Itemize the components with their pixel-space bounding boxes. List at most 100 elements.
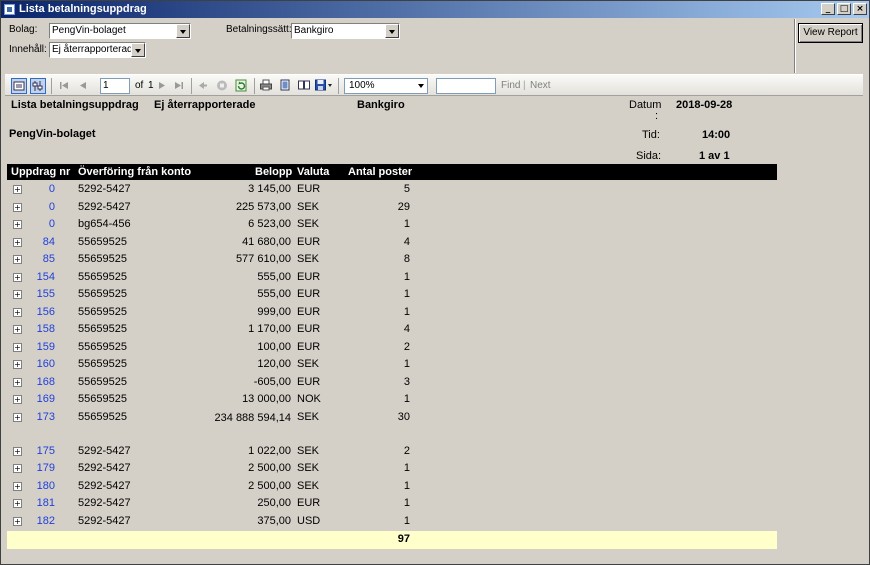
- expand-icon[interactable]: +: [13, 446, 22, 456]
- valuta-cell: EUR: [297, 270, 321, 283]
- expand-icon[interactable]: +: [13, 307, 22, 317]
- uppdrag-nr-link[interactable]: 169: [23, 393, 55, 405]
- expand-icon[interactable]: +: [13, 185, 22, 194]
- expand-icon[interactable]: +: [13, 342, 22, 352]
- uppdrag-nr-link[interactable]: 159: [23, 341, 55, 353]
- belopp-cell: 555,00: [257, 288, 291, 300]
- zoom-select[interactable]: 100%: [344, 78, 428, 94]
- innehall-select[interactable]: Ej återrapporterade: [49, 42, 146, 58]
- uppdrag-nr-link[interactable]: 0: [23, 201, 55, 213]
- belopp-cell: 577 610,00: [235, 253, 291, 265]
- find-input[interactable]: [436, 78, 496, 94]
- maximize-button[interactable]: □: [837, 3, 851, 15]
- uppdrag-nr-link[interactable]: 84: [23, 236, 55, 248]
- back-icon[interactable]: [196, 78, 212, 94]
- antal-poster-cell: 1: [403, 479, 410, 492]
- antal-poster-cell: 2: [403, 444, 410, 457]
- first-page-icon[interactable]: [57, 78, 73, 94]
- export-icon[interactable]: [314, 78, 334, 94]
- last-page-icon[interactable]: [172, 78, 188, 94]
- uppdrag-nr-link[interactable]: 0: [23, 218, 55, 230]
- uppdrag-nr-link[interactable]: 179: [23, 462, 55, 474]
- close-button[interactable]: ×: [853, 3, 867, 15]
- konto-cell: 55659525: [78, 358, 127, 370]
- antal-poster-cell: 29: [397, 200, 410, 213]
- expand-icon[interactable]: +: [13, 464, 22, 473]
- belopp-cell: 2 500,00: [248, 479, 291, 492]
- expand-icon[interactable]: +: [13, 395, 22, 404]
- report-toolbar: 1 of 1 100% Find | Next: [5, 74, 863, 96]
- document-map-icon[interactable]: [11, 78, 27, 94]
- belopp-cell: 3 145,00: [248, 183, 291, 195]
- page-setup-icon[interactable]: [297, 78, 313, 94]
- uppdrag-nr-link[interactable]: 158: [23, 323, 55, 335]
- table-row: +160 55659525 120,00 SEK 1: [7, 356, 777, 374]
- uppdrag-nr-link[interactable]: 0: [23, 183, 55, 195]
- expand-icon[interactable]: +: [13, 377, 22, 387]
- toolbar-separator: [338, 78, 339, 94]
- uppdrag-nr-link[interactable]: 155: [23, 288, 55, 300]
- bolag-select[interactable]: PengVin-bolaget: [49, 23, 191, 39]
- table-row: +168 55659525 -605,00 EUR 3: [7, 374, 777, 392]
- expand-icon[interactable]: +: [13, 272, 22, 282]
- belopp-cell: -605,00: [253, 375, 291, 388]
- expand-icon[interactable]: +: [13, 220, 22, 229]
- tid-label: Tid:: [642, 129, 660, 141]
- expand-icon[interactable]: +: [13, 325, 22, 334]
- antal-poster-cell: 3: [403, 375, 410, 388]
- table-row: +179 5292-5427 2 500,00 SEK 1: [7, 460, 777, 478]
- previous-page-icon[interactable]: [76, 78, 92, 94]
- chevron-down-icon[interactable]: [131, 43, 145, 57]
- expand-icon[interactable]: +: [13, 202, 22, 212]
- datum-colon: :: [655, 110, 659, 122]
- minimize-button[interactable]: _: [821, 3, 835, 15]
- find-link[interactable]: Find: [501, 80, 520, 91]
- valuta-cell: SEK: [297, 200, 320, 213]
- chevron-down-icon[interactable]: [385, 24, 399, 38]
- expand-icon[interactable]: +: [13, 412, 22, 422]
- col-uppdrag-nr: Uppdrag nr: [11, 166, 71, 178]
- uppdrag-nr-link[interactable]: 175: [23, 445, 55, 457]
- uppdrag-nr-link[interactable]: 173: [23, 411, 55, 423]
- expand-icon[interactable]: +: [13, 290, 22, 299]
- betalningssatt-select[interactable]: Bankgiro: [291, 23, 400, 39]
- app-icon: [4, 4, 15, 15]
- uppdrag-nr-link[interactable]: 160: [23, 358, 55, 370]
- uppdrag-nr-link[interactable]: 154: [23, 271, 55, 283]
- expand-icon[interactable]: +: [13, 237, 22, 247]
- expand-icon[interactable]: +: [13, 499, 22, 508]
- uppdrag-nr-link[interactable]: 181: [23, 497, 55, 509]
- table-row: +0 5292-5427 225 573,00 SEK 29: [7, 199, 777, 217]
- next-page-icon[interactable]: [155, 78, 171, 94]
- stop-icon[interactable]: [215, 78, 231, 94]
- datum-value: 2018-09-28: [676, 99, 733, 111]
- print-icon[interactable]: [259, 78, 275, 94]
- parameter-area: Bolag: PengVin-bolaget Innehåll: Ej åter…: [1, 19, 794, 73]
- view-report-button[interactable]: View Report: [798, 23, 863, 43]
- parameters-toggle-icon[interactable]: [30, 78, 46, 94]
- konto-cell: 5292-5427: [78, 444, 131, 457]
- uppdrag-nr-link[interactable]: 182: [23, 515, 55, 527]
- col-valuta: Valuta: [297, 166, 330, 178]
- antal-poster-cell: 2: [403, 340, 410, 353]
- uppdrag-nr-link[interactable]: 156: [23, 306, 55, 318]
- page-number-input[interactable]: 1: [100, 78, 130, 94]
- chevron-down-icon[interactable]: [176, 24, 190, 38]
- belopp-cell: 120,00: [257, 358, 291, 370]
- sida-value: 1 av 1: [699, 150, 730, 162]
- print-layout-icon[interactable]: [278, 78, 294, 94]
- expand-icon[interactable]: +: [13, 255, 22, 264]
- expand-icon[interactable]: +: [13, 481, 22, 491]
- next-link[interactable]: Next: [530, 80, 551, 91]
- uppdrag-nr-link[interactable]: 85: [23, 253, 55, 265]
- antal-poster-cell: 1: [403, 358, 410, 370]
- expand-icon[interactable]: +: [13, 360, 22, 369]
- uppdrag-nr-link[interactable]: 168: [23, 376, 55, 388]
- valuta-cell: EUR: [297, 183, 321, 195]
- chevron-down-icon[interactable]: [415, 79, 427, 93]
- table-row: +180 5292-5427 2 500,00 SEK 1: [7, 478, 777, 496]
- uppdrag-nr-link[interactable]: 180: [23, 480, 55, 492]
- expand-icon[interactable]: +: [13, 516, 22, 526]
- of-label: of: [135, 80, 144, 91]
- refresh-icon[interactable]: [234, 78, 250, 94]
